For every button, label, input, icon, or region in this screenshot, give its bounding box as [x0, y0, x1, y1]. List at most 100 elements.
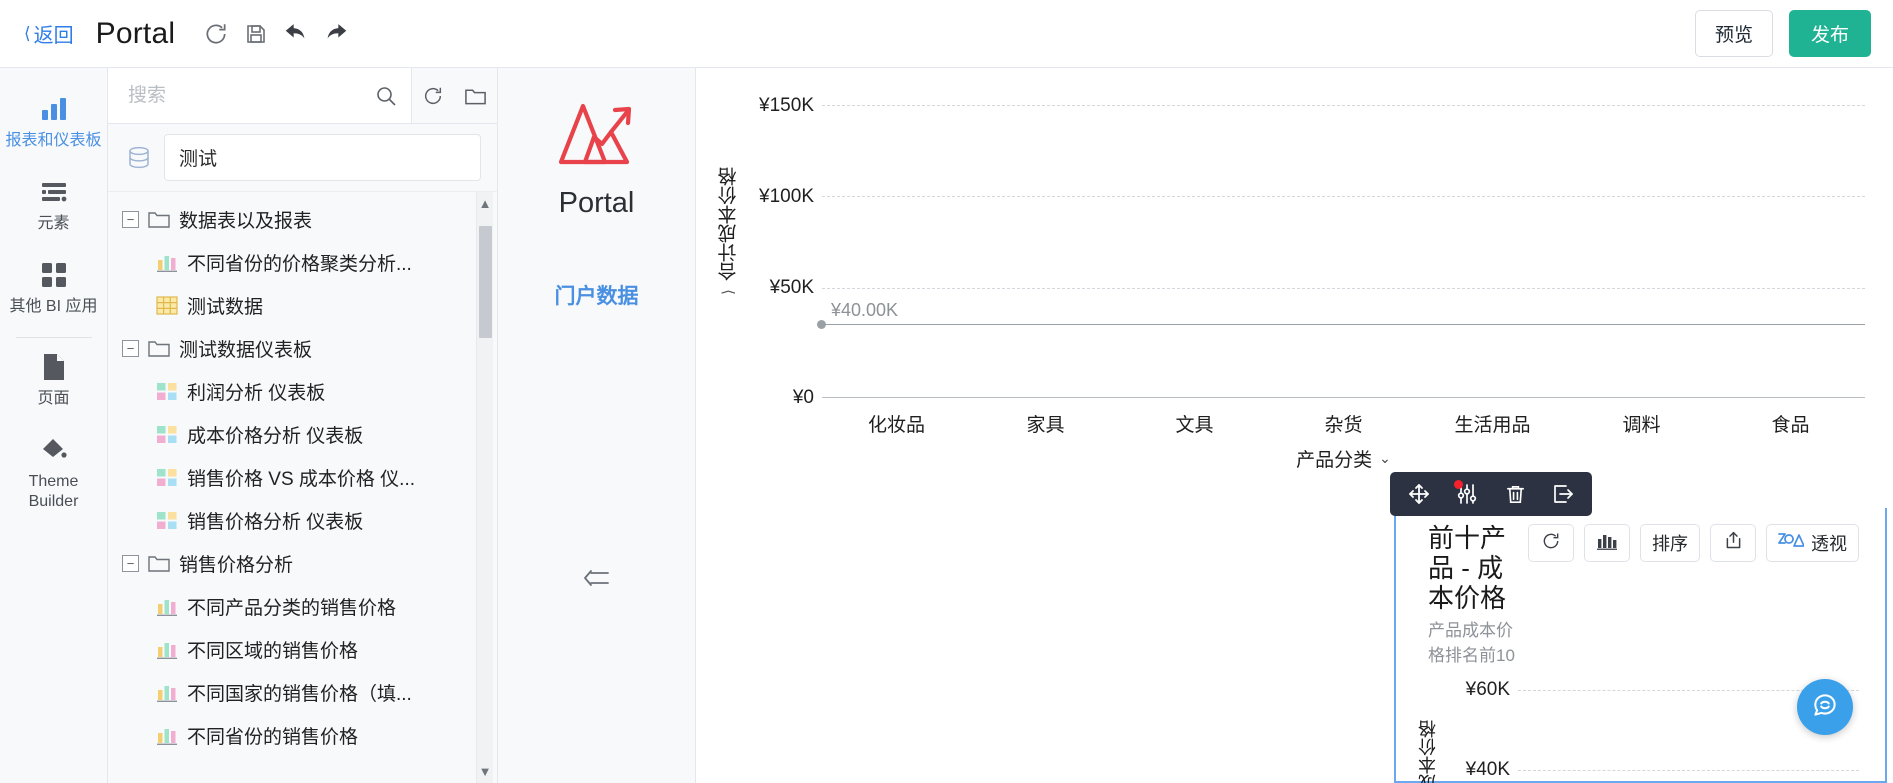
chart2-subtitle: 产品成本价格排名前10 — [1428, 620, 1515, 665]
refresh-icon[interactable] — [199, 17, 233, 51]
chart2-chart-type-button[interactable] — [1584, 524, 1630, 562]
scroll-up-icon[interactable]: ▲ — [479, 192, 492, 215]
collapse-toggle-icon[interactable]: − — [122, 340, 139, 357]
back-button[interactable]: ⟨ 返回 — [24, 19, 74, 48]
publish-button[interactable]: 发布 — [1788, 10, 1871, 57]
tree-node-label: 成本价格分析 仪表板 — [187, 426, 364, 447]
portal-data-link[interactable]: 门户数据 — [555, 280, 639, 310]
chart1-x-labels: 化妆品 家具 文具 杂货 生活用品 调料 食品 — [822, 398, 1865, 437]
chat-icon — [1810, 690, 1840, 725]
move-icon[interactable] — [1396, 472, 1442, 516]
tree-node-dashboard[interactable]: 销售价格 VS 成本价格 仪... — [108, 456, 471, 499]
tree-node-dashboard[interactable]: 利润分析 仪表板 — [108, 370, 471, 413]
collapse-left-icon[interactable] — [583, 568, 611, 593]
collapse-toggle-icon[interactable]: − — [122, 555, 139, 572]
folder-icon — [148, 210, 170, 229]
portal-info-panel: Portal 门户数据 — [498, 68, 696, 783]
refresh-icon — [1541, 531, 1561, 556]
save-icon[interactable] — [239, 17, 273, 51]
pivot-icon — [1778, 532, 1805, 555]
x-tick-label: 杂货 — [1324, 415, 1363, 436]
search-input[interactable] — [126, 83, 375, 108]
sidebar-item-elements[interactable]: 元素 — [0, 165, 107, 248]
back-button-label: 返回 — [33, 25, 74, 47]
tree-node-folder[interactable]: − 数据表以及报表 — [108, 198, 471, 241]
chart-top-ten-products-cost[interactable]: 前十产品 - 成本价格 产品成本价格排名前10 排序 透视 合计成本价格 ¥60… — [1394, 508, 1887, 783]
reference-line[interactable]: ¥40.00K — [817, 299, 1865, 329]
export-icon[interactable] — [1540, 472, 1586, 516]
tree-node-folder[interactable]: − 销售价格分析 — [108, 542, 471, 585]
chart2-refresh-button[interactable] — [1528, 524, 1574, 562]
undo-icon[interactable] — [279, 17, 313, 51]
tree-node-table[interactable]: 测试数据 — [108, 284, 471, 327]
tree-node-dashboard[interactable]: 成本价格分析 仪表板 — [108, 413, 471, 456]
tree-node-label: 测试数据 — [187, 297, 264, 318]
chevron-down-icon[interactable]: ⌄ — [1379, 450, 1391, 467]
tree-node-label: 数据表以及报表 — [179, 211, 313, 232]
tree-node-label: 不同国家的销售价格（填... — [187, 684, 412, 705]
chat-assistant-button[interactable] — [1797, 679, 1853, 735]
reference-line-label: ¥40.00K — [828, 299, 902, 321]
tree-scroll-area: − 数据表以及报表 不同省份的价格聚类分析... 测试数据 − 测试数据仪表板 … — [108, 192, 497, 783]
sidebar-item-other-bi-apps[interactable]: 其他 BI 应用 — [0, 248, 107, 331]
filter-settings-icon[interactable] — [1444, 472, 1490, 516]
tree-search-row — [108, 68, 497, 124]
tree-new-folder-icon[interactable] — [454, 68, 497, 123]
app-root: ⟨ 返回 Portal 预览 发布 报表和仪表板 元素 其他 BI 应用 页面 … — [0, 0, 1893, 783]
sidebar-item-label: 页面 — [37, 390, 70, 407]
tree-node-label: 测试数据仪表板 — [179, 340, 313, 361]
sidebar-item-theme-builder[interactable]: Theme Builder — [0, 423, 107, 526]
chevron-left-icon: ⟨ — [24, 24, 31, 43]
sidebar-item-pages[interactable]: 页面 — [0, 340, 107, 423]
chart2-y-axis-label: 合计成本价格 — [1418, 720, 1438, 783]
tree-node-report[interactable]: 不同国家的销售价格（填... — [108, 671, 471, 714]
redo-icon[interactable] — [319, 17, 353, 51]
collapse-toggle-icon[interactable]: − — [122, 211, 139, 228]
mountain-arrow-logo — [555, 96, 639, 177]
tree-list: − 数据表以及报表 不同省份的价格聚类分析... 测试数据 − 测试数据仪表板 … — [108, 198, 497, 757]
tree-node-folder[interactable]: − 测试数据仪表板 — [108, 327, 471, 370]
tree-node-label: 不同产品分类的销售价格 — [187, 598, 397, 619]
chart2-sort-button[interactable]: 排序 — [1640, 524, 1700, 562]
scrollbar-thumb[interactable] — [479, 226, 492, 338]
scroll-down-icon[interactable]: ▼ — [479, 760, 492, 783]
trash-icon[interactable] — [1492, 472, 1538, 516]
tree-node-label: 销售价格 VS 成本价格 仪... — [187, 469, 416, 490]
tree-node-report[interactable]: 不同区域的销售价格 — [108, 628, 471, 671]
chart1-x-axis-title[interactable]: 产品分类 ⌄ — [822, 437, 1865, 472]
dashboard-icon — [156, 381, 178, 402]
chart2-share-button[interactable] — [1710, 524, 1756, 562]
chart1-y-axis-title[interactable]: ⟩ 合计成本价格 — [714, 78, 744, 398]
tree-refresh-icon[interactable] — [412, 68, 455, 123]
tree-node-report[interactable]: 不同产品分类的销售价格 — [108, 585, 471, 628]
tree-node-dashboard[interactable]: 销售价格分析 仪表板 — [108, 499, 471, 542]
chart2-y-axis-title[interactable]: ⟩ 合计成本价格 — [1414, 682, 1442, 783]
preview-button[interactable]: 预览 — [1694, 10, 1773, 57]
report-icon — [156, 596, 178, 617]
tree-scrollbar[interactable]: ▲ ▼ — [476, 192, 493, 783]
chart-type-icon — [1596, 531, 1618, 556]
report-icon — [156, 682, 178, 703]
bar-chart-icon — [40, 94, 68, 124]
main-body: 报表和仪表板 元素 其他 BI 应用 页面 Theme Builder 搜索 测… — [0, 68, 1893, 783]
chart1-plot: ¥40.00K — [817, 78, 1865, 398]
list-icon — [40, 177, 68, 207]
chart-product-category-cost[interactable]: ⟩ 合计成本价格 ¥150K ¥100K ¥50K ¥0 ¥40.00K 化妆品… — [696, 68, 1893, 471]
page-title: Portal — [95, 16, 176, 50]
search-box[interactable] — [108, 68, 412, 123]
resource-tree-panel: 测试 − 数据表以及报表 — [108, 68, 498, 783]
datasource-row: 测试 — [108, 124, 497, 192]
chart2-pivot-button[interactable]: 透视 — [1766, 524, 1859, 562]
y-tick: ¥50K — [769, 277, 814, 299]
chart2-title: 前十产品 - 成本价格 — [1428, 523, 1507, 613]
chart2-header: 前十产品 - 成本价格 产品成本价格排名前10 排序 透视 — [1414, 523, 1859, 666]
search-icon[interactable] — [375, 85, 397, 107]
y-tick: ¥150K — [759, 94, 814, 116]
sidebar-item-reports-dashboards[interactable]: 报表和仪表板 — [0, 82, 107, 165]
y-tick: ¥100K — [759, 185, 814, 207]
tree-node-report[interactable]: 不同省份的销售价格 — [108, 714, 471, 757]
tree-node-report[interactable]: 不同省份的价格聚类分析... — [108, 241, 471, 284]
dashboard-icon — [156, 424, 178, 445]
reference-line-handle[interactable] — [817, 319, 826, 329]
datasource-select[interactable]: 测试 — [164, 134, 481, 181]
